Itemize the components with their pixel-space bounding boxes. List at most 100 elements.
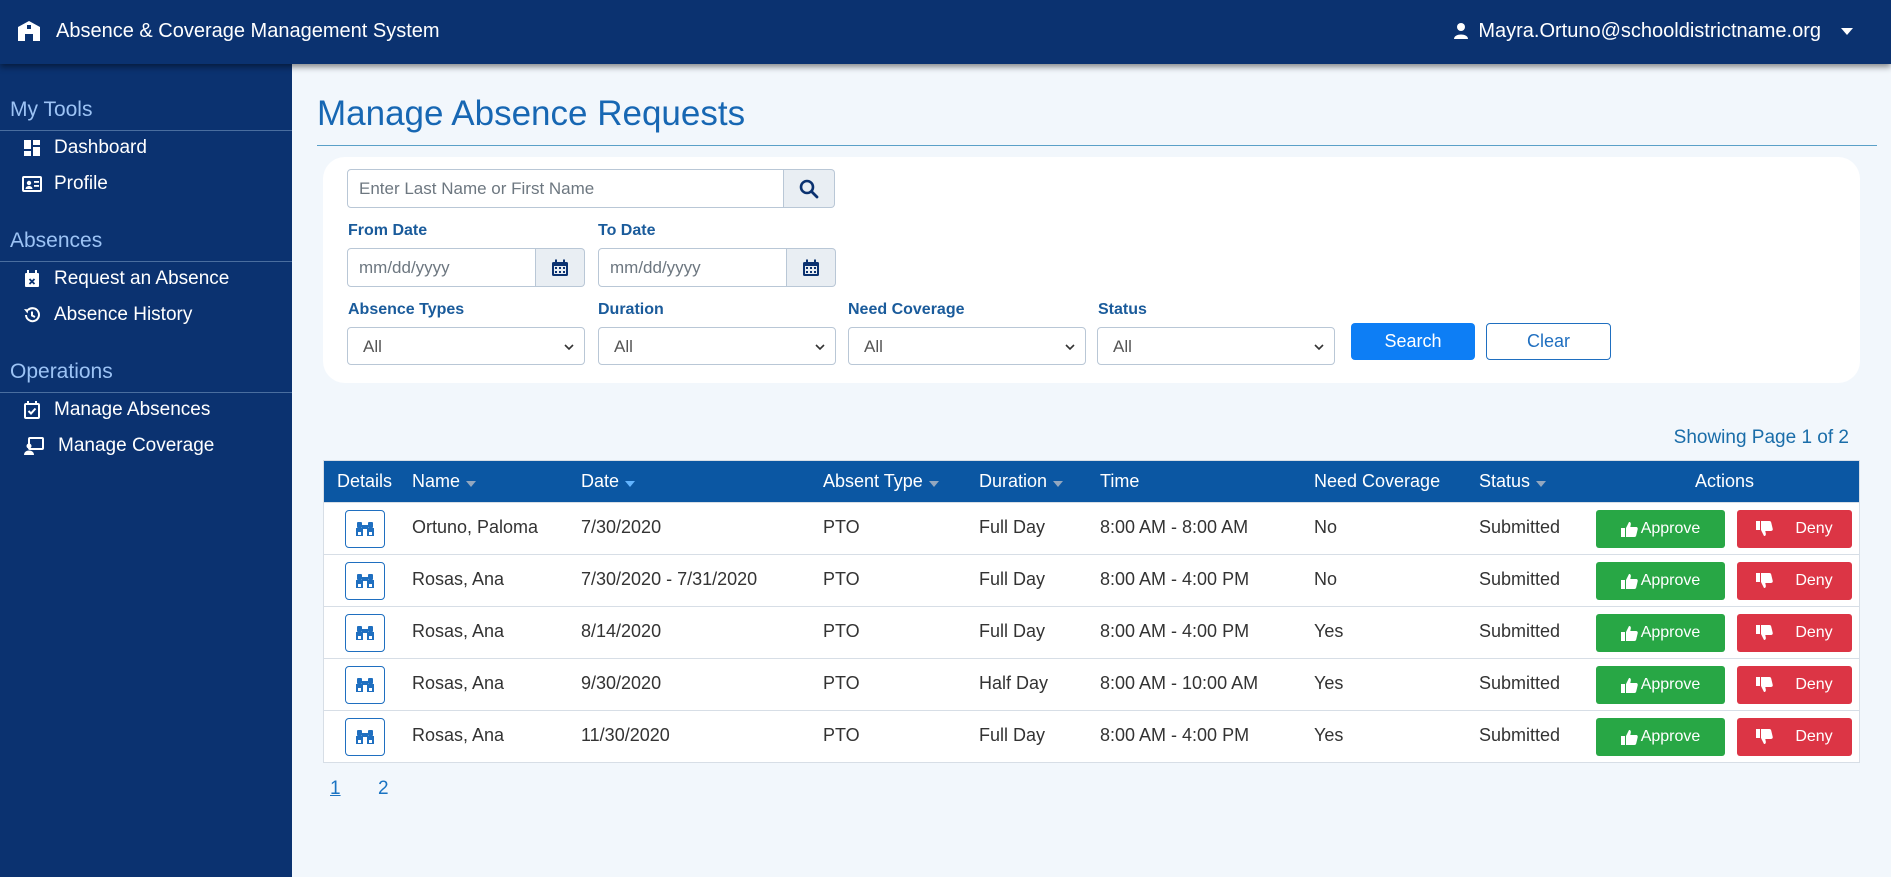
calendar-x-icon	[25, 270, 39, 287]
absence-requests-table: Details Name Date Absent Type Duration T…	[323, 460, 1860, 763]
from-date-calendar-button[interactable]	[536, 248, 585, 287]
details-button[interactable]	[345, 614, 385, 652]
column-header-date[interactable]: Date	[581, 461, 636, 502]
user-menu[interactable]: Mayra.Ortuno@schooldistrictname.org	[1454, 19, 1853, 43]
approve-button[interactable]: Approve	[1596, 562, 1725, 600]
approve-button[interactable]: Approve	[1596, 510, 1725, 548]
deny-label: Deny	[1795, 676, 1833, 693]
sidebar-section-title: Absences	[10, 229, 103, 252]
approve-button[interactable]: Approve	[1596, 666, 1725, 704]
sidebar-item-request-absence[interactable]: Request an Absence	[22, 267, 229, 291]
sort-icon	[1536, 480, 1547, 487]
search-button[interactable]: Search	[1351, 323, 1475, 360]
sidebar-item-manage-coverage[interactable]: Manage Coverage	[22, 434, 214, 458]
approve-label: Approve	[1640, 624, 1701, 641]
clear-button[interactable]: Clear	[1486, 323, 1611, 360]
cell-time: 8:00 AM - 4:00 PM	[1100, 569, 1250, 589]
cell-status: Submitted	[1479, 517, 1561, 537]
absence-types-select[interactable]: All	[347, 327, 585, 365]
sort-icon	[928, 480, 939, 487]
thumbs-down-icon	[1756, 625, 1774, 640]
cell-time: 8:00 AM - 4:00 PM	[1100, 621, 1250, 641]
deny-button[interactable]: Deny	[1737, 562, 1852, 600]
column-header-duration[interactable]: Duration	[979, 461, 1064, 502]
cell-status: Submitted	[1479, 673, 1561, 693]
chevron-down-icon	[1065, 344, 1075, 351]
details-button[interactable]	[345, 510, 385, 548]
cell-name: Ortuno, Paloma	[412, 517, 539, 537]
deny-label: Deny	[1795, 624, 1833, 641]
thumbs-up-icon	[1620, 678, 1638, 693]
calendar-icon	[803, 259, 819, 276]
app-title: Absence & Coverage Management System	[56, 20, 440, 42]
binoculars-icon	[356, 522, 374, 536]
table-header: Details Name Date Absent Type Duration T…	[324, 461, 1859, 502]
column-header-absent-type[interactable]: Absent Type	[823, 461, 939, 502]
status-select[interactable]: All	[1097, 327, 1335, 365]
details-button[interactable]	[345, 562, 385, 600]
deny-label: Deny	[1795, 572, 1833, 589]
column-header-status[interactable]: Status	[1479, 461, 1547, 502]
sort-icon	[625, 480, 636, 487]
need-coverage-label: Need Coverage	[848, 301, 965, 318]
column-header-name[interactable]: Name	[412, 461, 477, 502]
cell-duration: Full Day	[979, 725, 1046, 745]
details-button[interactable]	[345, 666, 385, 704]
name-search-input[interactable]	[347, 169, 784, 208]
deny-button[interactable]: Deny	[1737, 510, 1852, 548]
sidebar-item-manage-absences[interactable]: Manage Absences	[22, 398, 210, 422]
select-value: All	[614, 337, 633, 356]
search-icon-button[interactable]	[784, 169, 835, 208]
to-date-calendar-button[interactable]	[787, 248, 836, 287]
approve-button[interactable]: Approve	[1596, 718, 1725, 756]
user-icon	[1454, 23, 1469, 39]
deny-button[interactable]: Deny	[1737, 666, 1852, 704]
thumbs-up-icon	[1620, 574, 1638, 589]
column-header-need-coverage: Need Coverage	[1314, 471, 1441, 491]
deny-label: Deny	[1795, 520, 1833, 537]
school-icon	[18, 21, 40, 41]
caret-down-icon	[1841, 27, 1853, 35]
table-row: Rosas, Ana 11/30/2020 PTO Full Day 8:00 AM -…	[324, 710, 1859, 762]
sidebar: My Tools Dashboard Profile Absences Requ…	[0, 64, 292, 877]
name-search	[347, 169, 835, 208]
sidebar-item-absence-history[interactable]: Absence History	[22, 303, 192, 327]
user-email: Mayra.Ortuno@schooldistrictname.org	[1478, 20, 1821, 42]
sidebar-item-profile[interactable]: Profile	[22, 172, 108, 196]
binoculars-icon	[356, 678, 374, 692]
sidebar-section-title: My Tools	[10, 98, 93, 121]
thumbs-up-icon	[1620, 730, 1638, 745]
cell-duration: Full Day	[979, 621, 1046, 641]
cell-name: Rosas, Ana	[412, 621, 505, 641]
cell-date: 8/14/2020	[581, 621, 662, 641]
details-button[interactable]	[345, 718, 385, 756]
cell-duration: Full Day	[979, 569, 1046, 589]
duration-select[interactable]: All	[598, 327, 836, 365]
sidebar-item-dashboard[interactable]: Dashboard	[22, 136, 147, 160]
cell-need-coverage: Yes	[1314, 673, 1344, 693]
deny-button[interactable]: Deny	[1737, 718, 1852, 756]
page-link-1[interactable]: 1	[330, 777, 341, 801]
deny-button[interactable]: Deny	[1737, 614, 1852, 652]
approve-label: Approve	[1640, 728, 1701, 745]
cell-date: 7/30/2020	[581, 517, 662, 537]
approve-button[interactable]: Approve	[1596, 614, 1725, 652]
to-date-label: To Date	[598, 222, 656, 239]
select-value: All	[1113, 337, 1132, 356]
calendar-check-icon	[24, 401, 40, 419]
chevron-down-icon	[564, 344, 574, 351]
sort-icon	[1053, 480, 1064, 487]
dashboard-icon	[24, 140, 40, 156]
cell-absent-type: PTO	[823, 569, 860, 589]
to-date-input[interactable]	[598, 248, 787, 287]
cell-absent-type: PTO	[823, 725, 860, 745]
sidebar-item-label: Manage Absences	[54, 399, 211, 420]
divider	[0, 392, 292, 393]
need-coverage-select[interactable]: All	[848, 327, 1086, 365]
cell-status: Submitted	[1479, 725, 1561, 745]
to-date-group	[598, 248, 836, 287]
page-link-2[interactable]: 2	[378, 777, 389, 801]
chevron-down-icon	[815, 344, 825, 351]
from-date-input[interactable]	[347, 248, 536, 287]
cell-duration: Full Day	[979, 517, 1046, 537]
